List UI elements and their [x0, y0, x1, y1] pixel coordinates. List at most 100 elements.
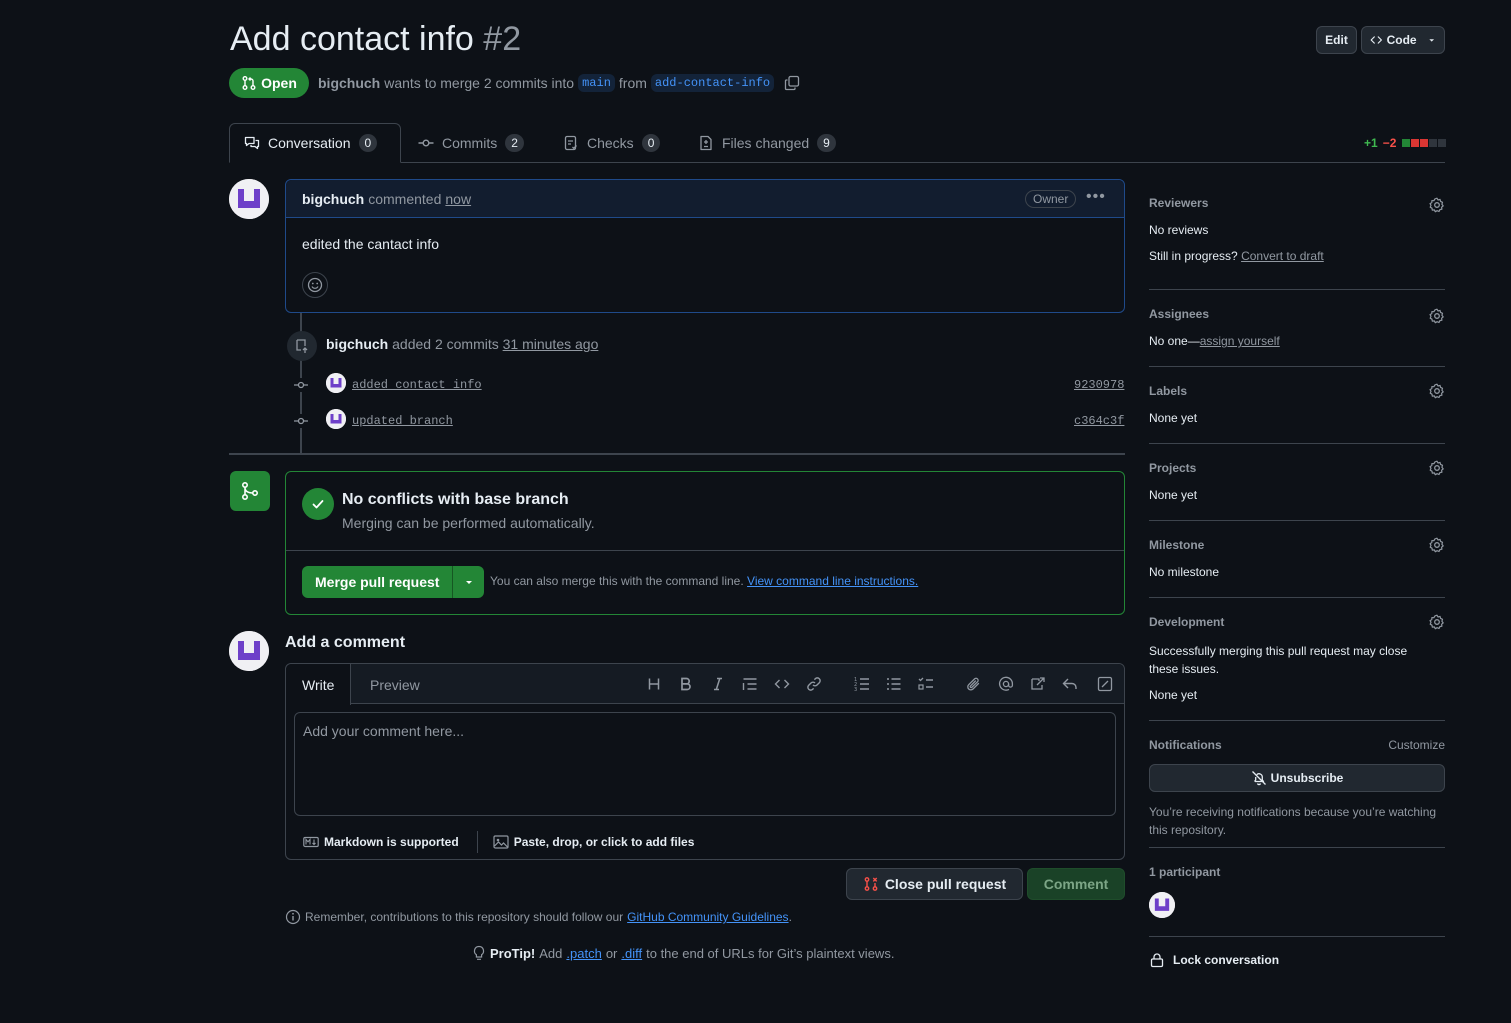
kebab-menu-icon[interactable]: •••: [1086, 188, 1106, 206]
comment-textarea[interactable]: Add your comment here...: [294, 712, 1116, 816]
bell-slash-icon: [1251, 771, 1266, 786]
mention-icon[interactable]: [997, 675, 1015, 693]
edit-button[interactable]: Edit: [1316, 26, 1357, 54]
code-icon[interactable]: [773, 675, 791, 693]
attach-files-button[interactable]: Paste, drop, or click to add files: [493, 834, 695, 850]
smiley-icon: [307, 277, 323, 293]
gear-icon[interactable]: [1429, 197, 1445, 213]
gear-icon[interactable]: [1429, 308, 1445, 324]
comment-time[interactable]: now: [445, 191, 471, 207]
comment-button[interactable]: Comment: [1027, 868, 1125, 900]
sidebar-heading: Assignees: [1149, 307, 1210, 321]
quote-icon[interactable]: [741, 675, 759, 693]
base-branch[interactable]: main: [578, 74, 615, 92]
heading-icon[interactable]: [645, 675, 663, 693]
paperclip-icon[interactable]: [965, 675, 983, 693]
bold-icon[interactable]: [677, 675, 695, 693]
unsubscribe-button[interactable]: Unsubscribe: [1149, 764, 1445, 792]
copy-icon[interactable]: [784, 75, 800, 91]
merge-button-group: Merge pull request: [302, 566, 485, 598]
code-button[interactable]: Code: [1361, 26, 1445, 54]
sidebar-labels: Labels None yet: [1149, 383, 1445, 428]
labels-value: None yet: [1149, 411, 1198, 425]
sidebar-participants: 1 participant: [1149, 865, 1445, 921]
avatar[interactable]: [1149, 892, 1175, 918]
comment-action: commented: [368, 190, 442, 207]
tab-write[interactable]: Write: [286, 664, 352, 705]
comment-discussion-icon: [244, 136, 260, 150]
fullscreen-icon[interactable]: [1096, 675, 1114, 693]
comment-author[interactable]: bigchuch: [302, 191, 364, 207]
commit-sha-link[interactable]: 9230978: [1074, 378, 1124, 392]
sidebar-projects: Projects None yet: [1149, 460, 1445, 505]
markdown-supported-link[interactable]: Markdown is supported: [303, 834, 459, 850]
diffstat-additions: +1: [1364, 136, 1378, 150]
tab-label: Conversation: [268, 135, 351, 151]
state-label: Open: [261, 75, 297, 91]
milestone-value: No milestone: [1149, 565, 1220, 579]
git-pull-request-icon: [242, 76, 256, 90]
tab-preview[interactable]: Preview: [354, 664, 436, 705]
avatar[interactable]: [229, 179, 269, 219]
reply-icon[interactable]: [1061, 675, 1079, 693]
identicon-icon: [326, 409, 346, 429]
lock-conversation-button[interactable]: Lock conversation: [1149, 952, 1279, 968]
tab-label: Checks: [587, 135, 634, 151]
svg-text:3: 3: [854, 687, 857, 692]
avatar[interactable]: [229, 631, 269, 671]
tab-files-changed[interactable]: Files changed 9: [684, 123, 850, 163]
diff-link[interactable]: .diff: [621, 946, 642, 961]
patch-link[interactable]: .patch: [566, 946, 601, 961]
sidebar-heading: Projects: [1149, 461, 1197, 475]
tab-checks[interactable]: Checks 0: [549, 123, 674, 163]
sidebar-reviewers: Reviewers No reviews Still in progress? …: [1149, 196, 1445, 266]
cross-reference-icon[interactable]: [1029, 675, 1047, 693]
comment-card: bigchuch commented now Owner ••• edited …: [285, 179, 1125, 313]
diffstat-block: [1438, 139, 1447, 147]
pr-title: Add contact info #2: [230, 20, 521, 59]
info-icon: [285, 909, 301, 925]
protip-label: ProTip!: [490, 945, 536, 961]
gear-icon[interactable]: [1429, 383, 1445, 399]
git-pull-request-closed-icon: [864, 877, 878, 891]
merge-box: No conflicts with base branch Merging ca…: [285, 471, 1125, 615]
add-reaction-button[interactable]: [302, 272, 328, 298]
italic-icon[interactable]: [709, 675, 727, 693]
guidelines-note: Remember, contributions to this reposito…: [285, 909, 792, 925]
ordered-list-icon[interactable]: 123: [853, 675, 871, 693]
projects-value: None yet: [1149, 488, 1198, 502]
gear-icon[interactable]: [1429, 614, 1445, 630]
merge-hint-text: You can also merge this with the command…: [490, 574, 744, 588]
merge-hint: You can also merge this with the command…: [490, 574, 918, 588]
file-diff-icon: [700, 135, 712, 151]
tab-commits[interactable]: Commits 2: [404, 123, 538, 163]
commit-sha-link[interactable]: c364c3f: [1074, 414, 1124, 428]
link-icon[interactable]: [805, 675, 823, 693]
event-time[interactable]: 31 minutes ago: [503, 336, 599, 352]
command-line-instructions-link[interactable]: View command line instructions.: [747, 574, 918, 588]
avatar[interactable]: [326, 373, 346, 393]
commit-message-link[interactable]: added contact info: [352, 378, 482, 392]
convert-to-draft-link[interactable]: Convert to draft: [1241, 249, 1324, 263]
merge-options-dropdown[interactable]: [453, 566, 485, 598]
assign-yourself-link[interactable]: assign yourself: [1200, 334, 1280, 348]
tab-conversation[interactable]: Conversation 0: [229, 123, 401, 163]
community-guidelines-link[interactable]: GitHub Community Guidelines: [627, 910, 788, 924]
files-note: Paste, drop, or click to add files: [513, 834, 695, 849]
merge-pull-request-button[interactable]: Merge pull request: [302, 566, 454, 598]
git-commit-icon: [418, 139, 434, 147]
pr-author-link[interactable]: bigchuch: [318, 75, 380, 91]
close-pull-request-button[interactable]: Close pull request: [846, 868, 1023, 900]
unordered-list-icon[interactable]: [885, 675, 903, 693]
owner-badge: Owner: [1025, 190, 1077, 208]
commits-event: bigchuch added 2 commits 31 minutes ago: [326, 336, 598, 352]
task-list-icon[interactable]: [917, 675, 935, 693]
customize-link[interactable]: Customize: [1388, 738, 1445, 752]
commit-message-link[interactable]: updated branch: [352, 414, 453, 428]
head-branch[interactable]: add-contact-info: [650, 74, 775, 92]
event-author[interactable]: bigchuch: [326, 336, 388, 352]
gear-icon[interactable]: [1429, 460, 1445, 476]
avatar[interactable]: [326, 409, 346, 429]
development-description: Successfully merging this pull request m…: [1149, 644, 1408, 676]
gear-icon[interactable]: [1429, 537, 1445, 553]
